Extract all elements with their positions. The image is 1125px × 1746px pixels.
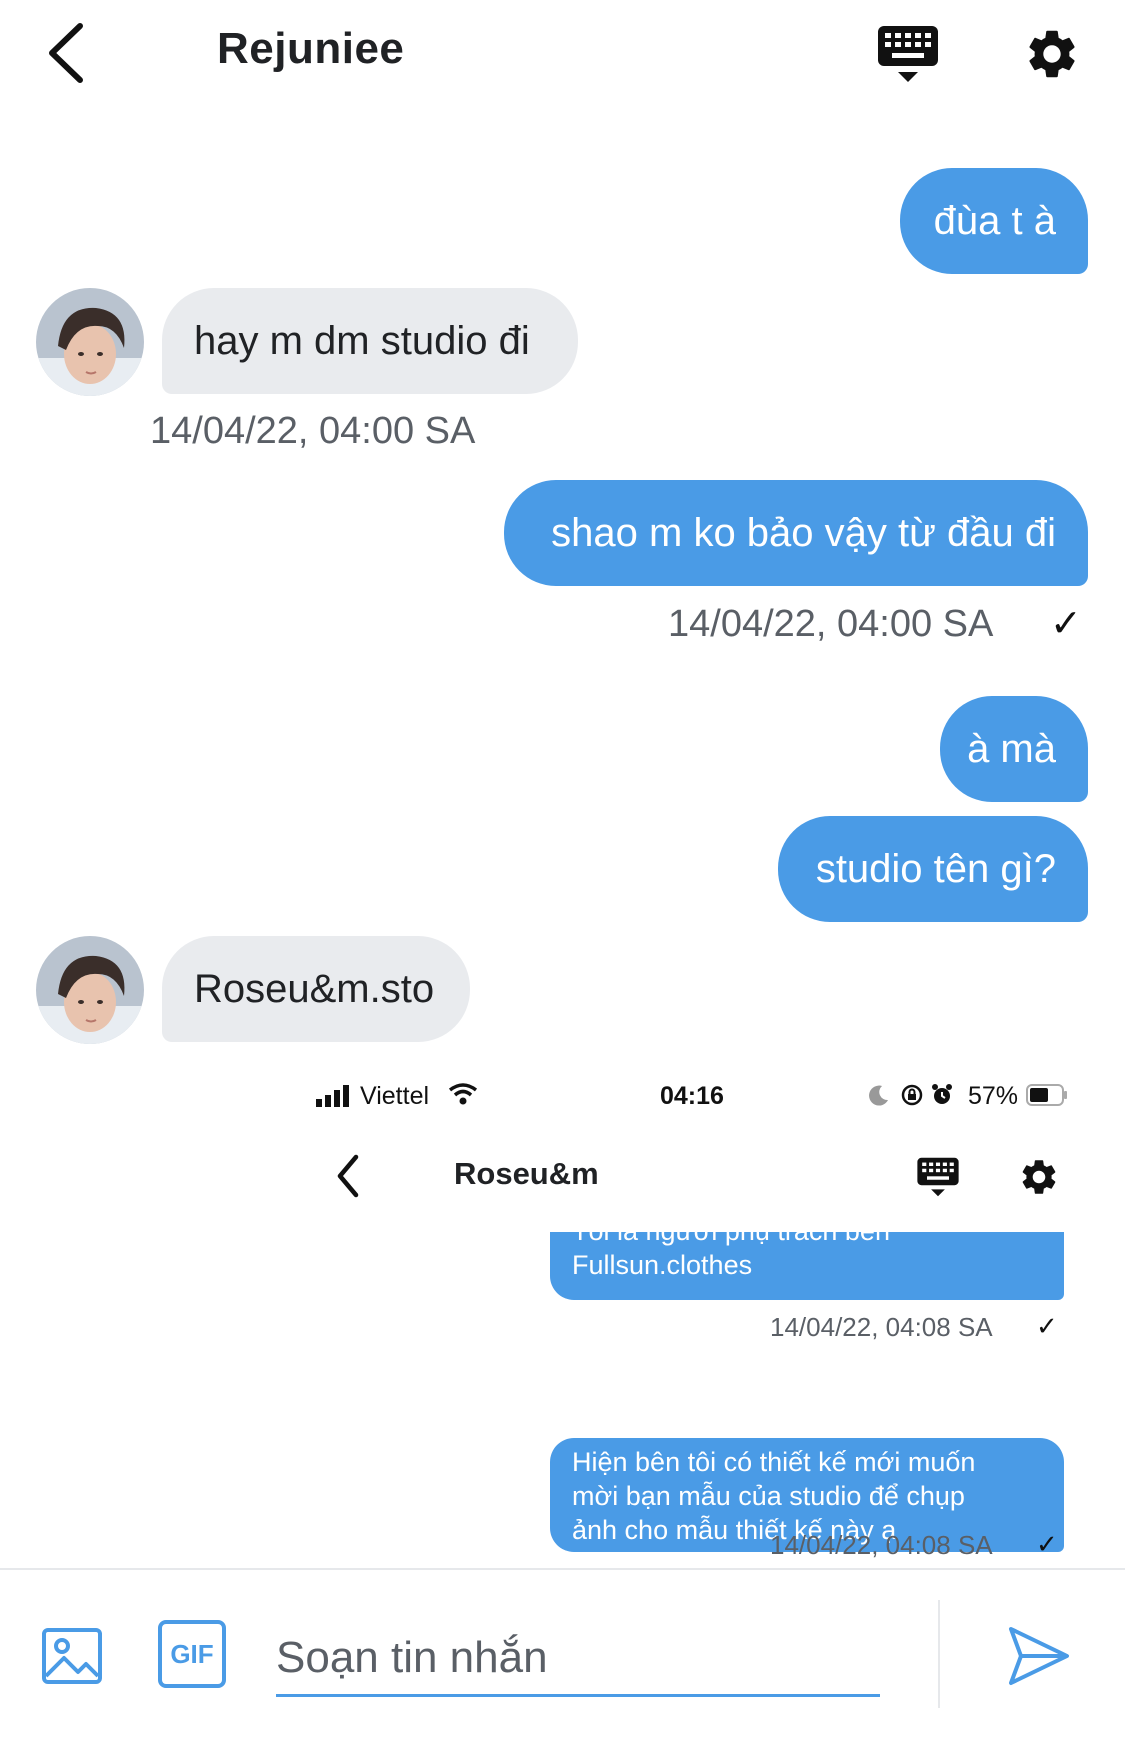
- read-check-icon: ✓: [1050, 603, 1082, 645]
- avatar[interactable]: [36, 936, 144, 1044]
- embedded-title: Roseu&m: [454, 1156, 599, 1191]
- gif-label: GIF: [170, 1638, 214, 1669]
- avatar-image: [36, 936, 144, 1044]
- embedded-gear-icon: [1018, 1156, 1060, 1203]
- message-text: studio tên gì?: [815, 846, 1056, 891]
- embedded-message-line: Hiện bên tôi có thiết kế mới muốn: [572, 1447, 976, 1477]
- embedded-message-bubble: Tôi là người phụ trách bên Fullsun.cloth…: [550, 1232, 1064, 1300]
- message-timestamp: 14/04/22, 04:00 SA: [150, 410, 476, 452]
- chevron-left-icon: [49, 23, 83, 83]
- battery-icon: [1026, 1084, 1068, 1111]
- rotation-lock-icon: [900, 1083, 924, 1112]
- signal-icon: [316, 1085, 352, 1112]
- message-bubble-incoming[interactable]: Roseu&m.sto: [162, 936, 470, 1042]
- moon-icon: [868, 1084, 890, 1111]
- send-icon: [1009, 1627, 1069, 1685]
- embedded-read-check-icon: ✓: [1036, 1311, 1058, 1341]
- embedded-message-list: Tôi là người phụ trách bên Fullsun.cloth…: [300, 1232, 1100, 1568]
- embedded-read-check-icon: ✓: [1036, 1529, 1058, 1559]
- message-bubble-incoming[interactable]: hay m dm studio đi: [162, 288, 578, 394]
- message-text: shao m ko bảo vậy từ đầu đi: [551, 510, 1056, 555]
- image-icon: [42, 1628, 102, 1684]
- message-input[interactable]: [276, 1622, 880, 1697]
- keyboard-button[interactable]: [876, 22, 940, 86]
- message-text: Roseu&m.sto: [194, 966, 435, 1011]
- message-bubble-outgoing[interactable]: studio tên gì?: [778, 816, 1088, 922]
- conversation-title: Rejuniee: [217, 24, 405, 73]
- embedded-message-line: mời bạn mẫu của studio để chụp: [572, 1481, 965, 1511]
- message-text: hay m dm studio đi: [194, 318, 530, 363]
- embedded-back-icon: [336, 1154, 360, 1203]
- embedded-message-text: Fullsun.clothes: [572, 1250, 753, 1280]
- shared-screenshot[interactable]: Viettel 04:16 57% Roseu&m Tôi là người p…: [300, 1062, 1100, 1568]
- wifi-icon: [448, 1082, 478, 1111]
- composer-divider: [0, 1568, 1125, 1570]
- message-text: đùa t à: [933, 198, 1056, 243]
- battery-percent: 57%: [968, 1082, 1019, 1110]
- composer-vertical-divider: [938, 1600, 940, 1708]
- message-timestamp: 14/04/22, 04:00 SA: [668, 603, 994, 645]
- image-button[interactable]: [36, 1620, 108, 1692]
- avatar[interactable]: [36, 288, 144, 396]
- settings-button[interactable]: [1020, 22, 1084, 86]
- gear-icon: [1029, 30, 1075, 78]
- back-button[interactable]: [36, 18, 96, 88]
- status-time: 04:16: [660, 1082, 724, 1110]
- message-text: à mà: [967, 726, 1056, 771]
- carrier-name: Viettel: [360, 1082, 430, 1110]
- avatar-image: [36, 288, 144, 396]
- embedded-message-text-cut: Tôi là người phụ trách bên: [572, 1232, 1042, 1248]
- message-bubble-outgoing[interactable]: đùa t à: [900, 168, 1088, 274]
- message-bubble-outgoing[interactable]: shao m ko bảo vậy từ đầu đi: [504, 480, 1088, 586]
- embedded-timestamp: 14/04/22, 04:08 SA: [770, 1530, 993, 1560]
- message-bubble-outgoing[interactable]: à mà: [940, 696, 1088, 802]
- send-button[interactable]: [1002, 1620, 1074, 1692]
- alarm-icon: [930, 1083, 954, 1112]
- keyboard-icon: [878, 26, 938, 82]
- embedded-timestamp: 14/04/22, 04:08 SA: [770, 1312, 993, 1342]
- embedded-keyboard-icon: [916, 1154, 960, 1205]
- gif-button[interactable]: GIF: [158, 1620, 226, 1688]
